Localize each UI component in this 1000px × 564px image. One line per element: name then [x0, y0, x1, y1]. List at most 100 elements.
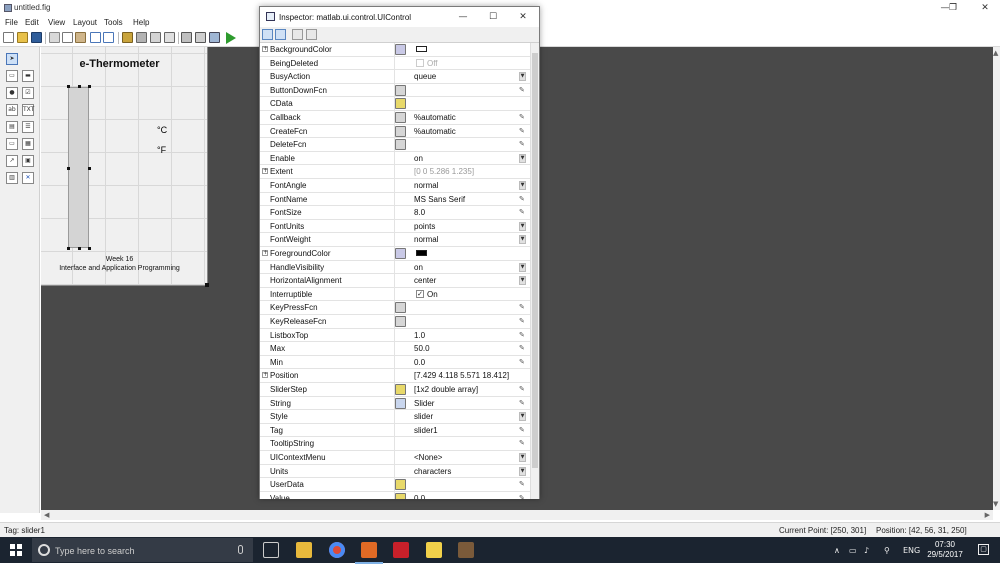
app-icon[interactable]	[426, 542, 442, 558]
property-row-beingdeleted[interactable]: BeingDeleted Off	[260, 56, 530, 71]
property-value[interactable]: Slider	[414, 399, 434, 408]
dropdown-arrow-icon[interactable]: ▼	[519, 453, 526, 462]
figure-canvas[interactable]: e-Thermometer °C °F Week 16 Interface an…	[41, 47, 208, 286]
property-value[interactable]: points	[414, 222, 435, 231]
property-value[interactable]: 1.0	[414, 331, 425, 340]
color-swatch[interactable]	[416, 46, 427, 52]
property-row-horizontalalignment[interactable]: HorizontalAlignment center ▼	[260, 274, 530, 288]
edit-pencil-icon[interactable]: ✎	[519, 195, 525, 203]
restore-button[interactable]: ❐	[946, 1, 960, 15]
edit-pencil-icon[interactable]: ✎	[519, 317, 525, 325]
menu-edit[interactable]: Edit	[25, 18, 39, 27]
cut-icon[interactable]	[49, 32, 60, 43]
text-editor-icon[interactable]	[395, 397, 406, 409]
language-indicator[interactable]: ENG	[903, 546, 920, 555]
horizontal-scrollbar[interactable]: ◀ ▶	[41, 510, 993, 520]
task-view-icon[interactable]	[263, 542, 279, 558]
property-row-createfcn[interactable]: CreateFcn %automatic ✎	[260, 124, 530, 139]
property-row-max[interactable]: Max 50.0 ✎	[260, 342, 530, 356]
chevron-up-icon[interactable]: ∧	[834, 546, 840, 555]
dropdown-arrow-icon[interactable]: ▼	[519, 466, 526, 476]
property-value[interactable]: %automatic	[414, 127, 456, 136]
property-row-fontweight[interactable]: FontWeight normal ▼	[260, 233, 530, 247]
activex-control-tool-icon[interactable]: ✕	[22, 172, 34, 184]
expand-toggle-icon[interactable]: +	[262, 250, 268, 256]
slider-tool-icon[interactable]: ▬	[22, 70, 34, 82]
inspector-scroll-thumb[interactable]	[532, 53, 538, 468]
dropdown-arrow-icon[interactable]: ▼	[519, 276, 526, 286]
static-text-tool-icon[interactable]: TXT	[22, 104, 34, 116]
property-row-keypressfcn[interactable]: KeyPressFcn ✎	[260, 301, 530, 315]
selection-handle[interactable]	[78, 85, 81, 88]
celsius-label[interactable]: °C	[157, 125, 167, 135]
matlab-icon[interactable]	[355, 542, 383, 564]
save-icon[interactable]	[31, 32, 42, 43]
week-label[interactable]: Week 16	[41, 256, 198, 263]
microphone-icon[interactable]	[238, 545, 243, 554]
panel-tool-icon[interactable]: ▣	[22, 155, 34, 167]
align-objects-icon[interactable]	[122, 32, 133, 43]
selection-handle[interactable]	[88, 85, 91, 88]
property-row-position[interactable]: + Position [7.429 4.118 5.571 18.412]	[260, 369, 530, 383]
callback-editor-icon[interactable]	[395, 125, 406, 137]
property-value[interactable]: 0.0	[414, 358, 425, 367]
property-value[interactable]: on	[414, 154, 423, 163]
menu-editor-icon[interactable]	[136, 32, 147, 43]
menu-tools[interactable]: Tools	[104, 18, 123, 27]
edit-pencil-icon[interactable]: ✎	[519, 344, 525, 352]
grid-editor-icon[interactable]	[395, 479, 406, 491]
inspector-maximize-button[interactable]: ☐	[486, 10, 500, 24]
property-row-tag[interactable]: Tag slider1 ✎	[260, 423, 530, 438]
editor-icon[interactable]	[181, 32, 192, 43]
alphabetical-view-icon[interactable]	[275, 29, 286, 40]
close-button[interactable]: ✕	[978, 1, 992, 15]
property-inspector-icon[interactable]	[195, 32, 206, 43]
property-row-deletefcn[interactable]: DeleteFcn ✎	[260, 138, 530, 152]
selection-handle[interactable]	[78, 247, 81, 250]
dropdown-arrow-icon[interactable]: ▼	[519, 235, 526, 245]
property-row-sliderstep[interactable]: SliderStep [1x2 double array] ✎	[260, 383, 530, 397]
dropdown-arrow-icon[interactable]: ▼	[519, 181, 526, 190]
edit-pencil-icon[interactable]: ✎	[519, 303, 525, 311]
collapse-all-icon[interactable]	[306, 29, 317, 40]
button-group-tool-icon[interactable]: ▥	[6, 172, 18, 184]
dropdown-arrow-icon[interactable]: ▼	[519, 262, 526, 272]
inspector-close-button[interactable]: ✕	[516, 10, 530, 24]
edit-pencil-icon[interactable]: ✎	[519, 331, 525, 339]
edit-pencil-icon[interactable]: ✎	[519, 426, 525, 434]
property-value[interactable]: 8.0	[414, 208, 425, 217]
color-editor-icon[interactable]	[395, 44, 406, 55]
chrome-icon[interactable]	[329, 542, 345, 558]
edit-pencil-icon[interactable]: ✎	[519, 494, 525, 499]
grid-editor-icon[interactable]	[395, 384, 406, 395]
selection-handle[interactable]	[67, 85, 70, 88]
app-icon[interactable]	[458, 542, 474, 558]
edit-text-tool-icon[interactable]: ab	[6, 104, 18, 116]
dropdown-arrow-icon[interactable]: ▼	[519, 412, 526, 422]
property-row-units[interactable]: Units characters ▼	[260, 464, 530, 479]
property-value[interactable]: characters	[414, 467, 451, 476]
selection-handle[interactable]	[88, 167, 91, 170]
property-value[interactable]: 0.0	[414, 494, 425, 499]
dropdown-arrow-icon[interactable]: ▼	[519, 72, 526, 82]
property-checkbox[interactable]: ✓	[416, 289, 424, 298]
object-browser-icon[interactable]	[209, 32, 220, 43]
menu-layout[interactable]: Layout	[73, 18, 97, 27]
property-row-value[interactable]: Value 0.0 ✎	[260, 491, 530, 499]
edit-pencil-icon[interactable]: ✎	[519, 358, 525, 366]
property-row-busyaction[interactable]: BusyAction queue ▼	[260, 70, 530, 84]
select-tool-icon[interactable]: ➤	[6, 53, 18, 65]
property-value[interactable]: queue	[414, 72, 436, 81]
edit-pencil-icon[interactable]: ✎	[519, 140, 525, 148]
edit-pencil-icon[interactable]: ✎	[519, 208, 525, 216]
property-value[interactable]: <None>	[414, 453, 442, 462]
selection-handle[interactable]	[67, 167, 70, 170]
color-swatch[interactable]	[416, 250, 427, 256]
new-file-icon[interactable]	[3, 32, 14, 43]
radio-button-tool-icon[interactable]: ●	[6, 87, 18, 99]
menu-file[interactable]: File	[5, 18, 18, 27]
property-row-userdata[interactable]: UserData ✎	[260, 478, 530, 492]
toolbar-editor-icon[interactable]	[164, 32, 175, 43]
property-row-string[interactable]: String Slider ✎	[260, 396, 530, 411]
undo-icon[interactable]	[90, 32, 101, 43]
